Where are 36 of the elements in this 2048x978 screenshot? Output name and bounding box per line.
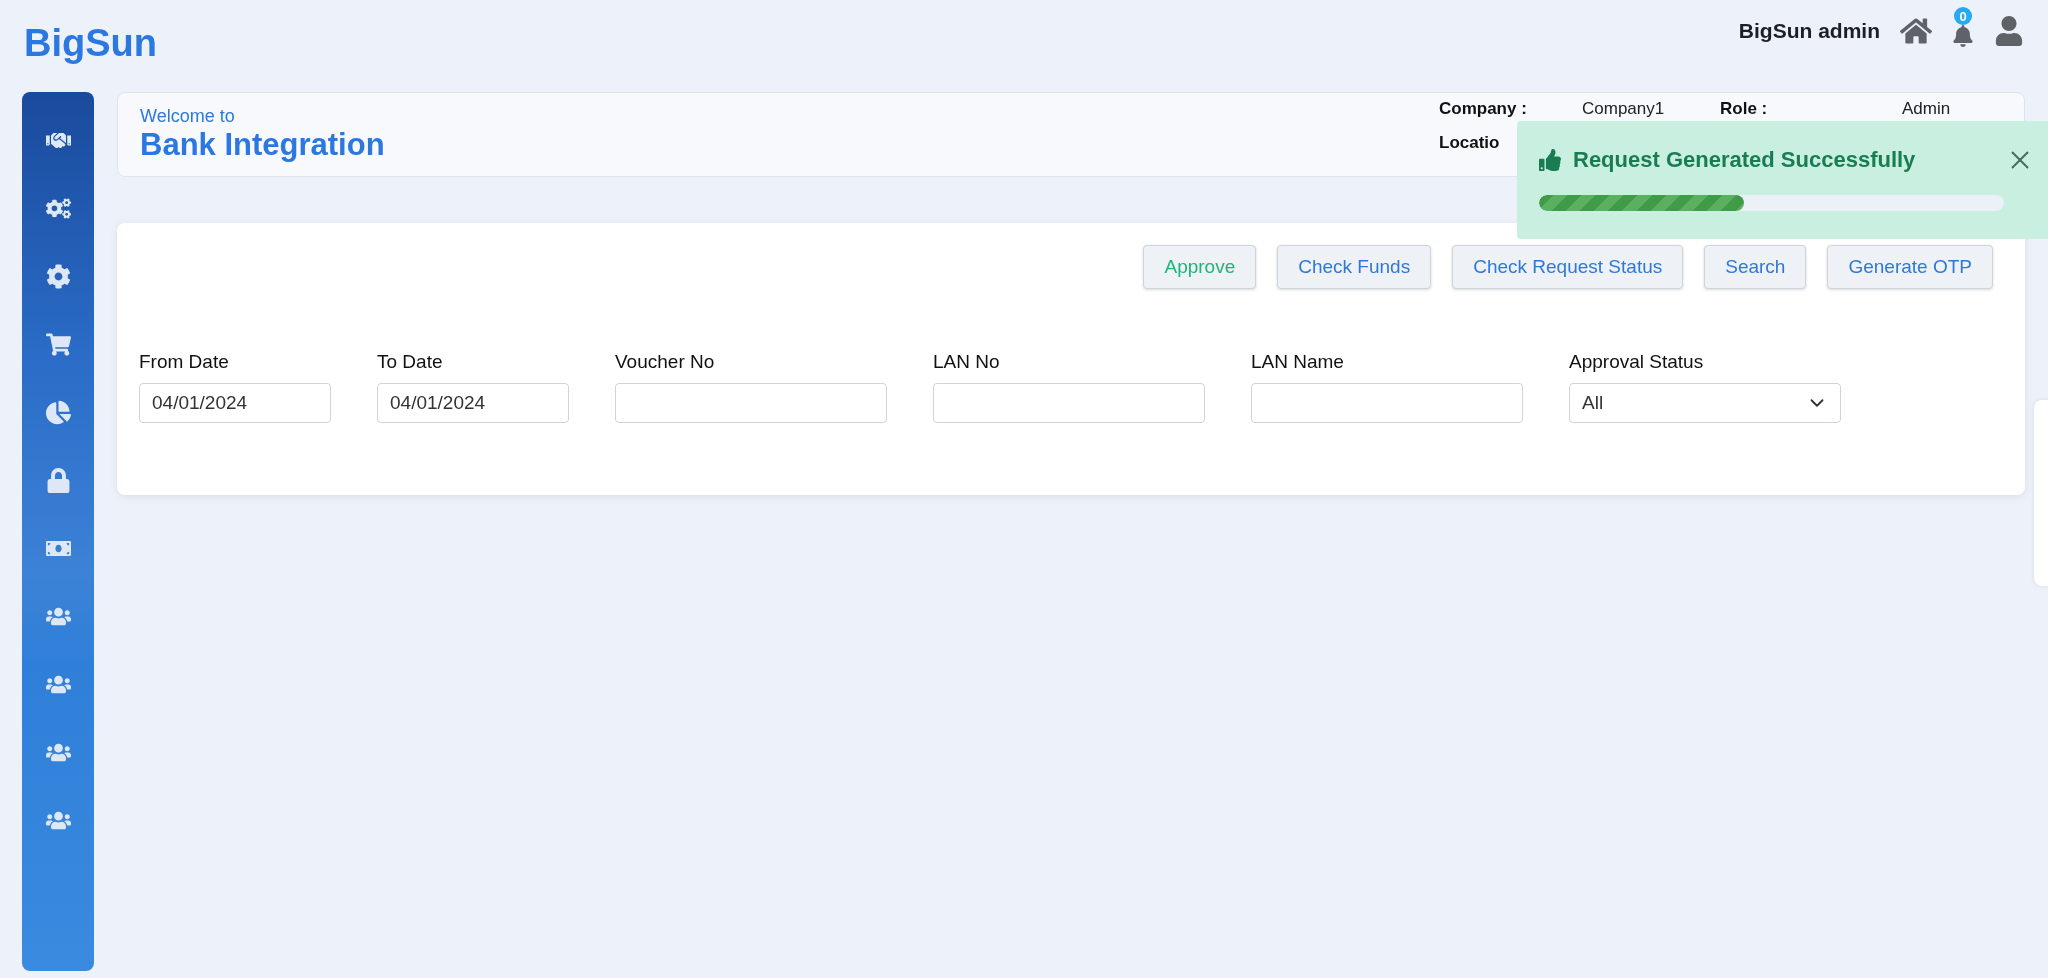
logo: BigSun [24,21,157,65]
input-field[interactable] [1251,383,1523,423]
info-label: Locatio [1439,133,1501,153]
input-field[interactable] [615,383,887,423]
action-button[interactable]: Generate OTP [1827,245,1993,289]
field-label: LAN Name [1251,351,1345,373]
toast-message: Request Generated Successfully [1573,147,1916,173]
welcome-text: Welcome to [140,106,236,127]
field-label: LAN No [933,351,1001,373]
info-label: Company : [1439,99,1528,119]
action-button[interactable]: Search [1704,245,1807,289]
info-value: Admin [1902,99,1952,119]
field-label: From Date [139,351,230,373]
info-label: Role : [1720,99,1769,119]
action-button[interactable]: Check Request Status [1452,245,1684,289]
pie-chart-icon[interactable] [45,400,71,425]
action-button[interactable]: Approve [1143,245,1257,289]
gears-icon[interactable] [45,196,71,221]
user-name: BigSun admin [1738,19,1880,43]
field-label: To Date [377,351,444,373]
bell-icon[interactable] [1952,25,1974,47]
page-title: Bank Integration [140,127,385,163]
user-icon[interactable] [1994,16,2024,46]
thumbs-up-icon [1539,149,1561,171]
field-label: Voucher No [615,351,716,373]
action-button[interactable]: Check Funds [1277,245,1432,289]
field-label: Approval Status [1569,351,1705,373]
gear-icon[interactable] [45,264,71,289]
notification-badge: 0 [1954,7,1972,25]
input-field[interactable] [933,383,1205,423]
date-field[interactable]: 04/01/2024 [377,383,569,423]
info-value: Company1 [1582,99,1666,119]
date-field[interactable]: 04/01/2024 [139,383,331,423]
status-dropdown[interactable]: All [1569,383,1841,423]
cart-icon[interactable] [45,332,71,357]
lock-icon[interactable] [45,468,71,493]
